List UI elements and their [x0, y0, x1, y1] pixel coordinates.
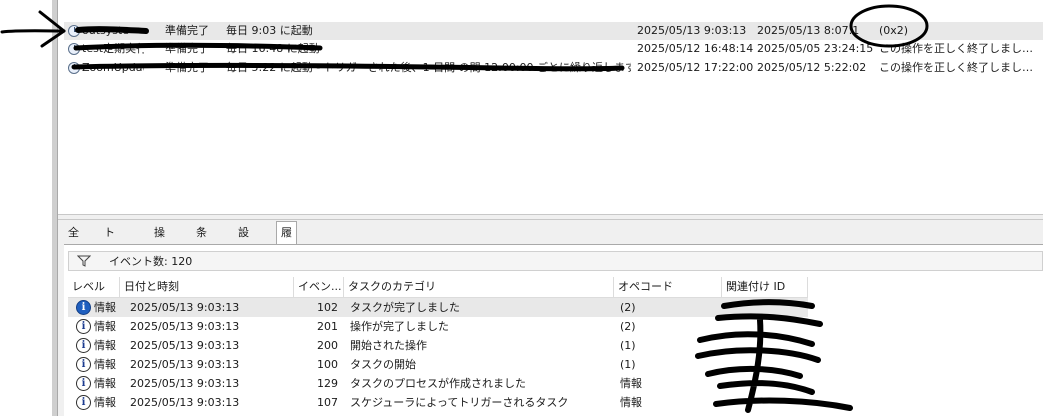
event-id: 129	[317, 377, 338, 390]
column-header-level[interactable]: レベル	[68, 277, 120, 297]
event-level: 情報	[94, 377, 116, 390]
event-id: 107	[317, 396, 338, 409]
event-category: スケジューラによってトリガーされるタスク	[350, 396, 569, 409]
info-icon: i	[76, 357, 91, 372]
task-last-result: この操作を正しく終了しました。(0...	[879, 61, 1043, 74]
task-detail-pane: 全般 トリガー 操作 条件 設定 履歴 イベント数: 120 レベル 日付と時刻…	[58, 220, 1043, 417]
event-opcode: 情報	[620, 396, 642, 409]
event-datetime: 2025/05/13 9:03:13	[130, 396, 240, 409]
task-name: test定期実行	[82, 42, 144, 55]
task-next-run: 2025/05/12 16:48:14	[637, 42, 754, 55]
event-opcode: (2)	[620, 301, 636, 314]
event-level: 情報	[94, 339, 116, 352]
column-header-correlation-id[interactable]: 関連付け ID	[722, 277, 808, 297]
event-datetime: 2025/05/13 9:03:13	[130, 377, 240, 390]
event-id: 200	[317, 339, 338, 352]
event-count: イベント数: 120	[109, 255, 193, 268]
task-name: outsyste	[82, 24, 130, 37]
event-filter-bar: イベント数: 120	[68, 251, 1043, 271]
task-status: 準備完了	[165, 61, 209, 74]
clock-icon	[68, 43, 80, 55]
table-row[interactable]: i 情報 2025/05/13 9:03:13 100 タスクの開始 (1)	[68, 355, 808, 374]
event-category: 操作が完了しました	[350, 320, 449, 333]
task-row[interactable]: ZoomUpdat... 準備完了 毎日 5:22 に起動 - トリガーされた後…	[64, 59, 1043, 77]
event-id: 100	[317, 358, 338, 371]
table-row[interactable]: i 情報 2025/05/13 9:03:13 129 タスクのプロセスが作成さ…	[68, 374, 808, 393]
history-panel: イベント数: 120 レベル 日付と時刻 イベン... タスクのカテゴリ オペコ…	[64, 244, 1043, 417]
info-icon: i	[76, 338, 91, 353]
event-datetime: 2025/05/13 9:03:13	[130, 358, 240, 371]
event-opcode: (1)	[620, 358, 636, 371]
tab-conditions[interactable]: 条件	[192, 222, 211, 261]
funnel-icon[interactable]	[77, 255, 91, 267]
event-category: タスクが完了しました	[350, 301, 460, 314]
task-last-result: この操作を正しく終了しました。(0...	[879, 42, 1043, 55]
task-next-run: 2025/05/12 17:22:00	[637, 61, 754, 74]
task-last-result: (0x2)	[879, 24, 909, 37]
tab-history[interactable]: 履歴	[276, 221, 297, 261]
event-opcode: (1)	[620, 339, 636, 352]
tab-settings[interactable]: 設定	[234, 222, 253, 261]
task-trigger: 毎日 16:48 に起動	[226, 42, 320, 55]
tab-general[interactable]: 全般	[64, 222, 83, 261]
event-datetime: 2025/05/13 9:03:13	[130, 320, 240, 333]
task-last-run: 2025/05/13 8:07:1	[757, 24, 860, 37]
event-category: 開始された操作	[350, 339, 427, 352]
event-opcode: (2)	[620, 320, 636, 333]
info-icon: i	[76, 319, 91, 334]
event-datetime: 2025/05/13 9:03:13	[130, 301, 240, 314]
task-trigger: 毎日 5:22 に起動 - トリガーされた後、1 日間 の間 12:00:00 …	[226, 61, 631, 74]
event-id: 201	[317, 320, 338, 333]
task-name: ZoomUpdat...	[82, 61, 144, 74]
info-icon: i	[76, 300, 91, 315]
event-datetime: 2025/05/13 9:03:13	[130, 339, 240, 352]
task-row[interactable]: test定期実行 準備完了 毎日 16:48 に起動 2025/05/12 16…	[64, 40, 1043, 58]
column-header-event-id[interactable]: イベン...	[294, 277, 344, 297]
table-row[interactable]: i 情報 2025/05/13 9:03:13 107 スケジューラによってトリ…	[68, 393, 808, 412]
table-row[interactable]: i 情報 2025/05/13 9:03:13 102 タスクが完了しました (…	[68, 298, 808, 317]
event-category: タスクの開始	[350, 358, 416, 371]
task-next-run: 2025/05/13 9:03:13	[637, 24, 747, 37]
column-header-category[interactable]: タスクのカテゴリ	[344, 277, 614, 297]
task-status: 準備完了	[165, 24, 209, 37]
event-level: 情報	[94, 320, 116, 333]
task-row[interactable]: outsyste 準備完了 毎日 9:03 に起動 2025/05/13 9:0…	[64, 22, 1043, 40]
tab-triggers[interactable]: トリガー	[100, 222, 119, 305]
task-status: 準備完了	[165, 42, 209, 55]
table-row[interactable]: i 情報 2025/05/13 9:03:13 201 操作が完了しました (2…	[68, 317, 808, 336]
event-level: 情報	[94, 358, 116, 371]
event-grid-header: レベル 日付と時刻 イベン... タスクのカテゴリ オペコード 関連付け ID	[68, 277, 808, 298]
clock-icon	[68, 25, 80, 37]
column-header-datetime[interactable]: 日付と時刻	[120, 277, 294, 297]
table-row[interactable]: i 情報 2025/05/13 9:03:13 200 開始された操作 (1)	[68, 336, 808, 355]
task-list: outsyste 準備完了 毎日 9:03 に起動 2025/05/13 9:0…	[58, 0, 1043, 214]
task-last-run: 2025/05/05 23:24:15	[757, 42, 874, 55]
event-category: タスクのプロセスが作成されました	[350, 377, 526, 390]
event-opcode: 情報	[620, 377, 642, 390]
task-trigger: 毎日 9:03 に起動	[226, 24, 313, 37]
info-icon: i	[76, 376, 91, 391]
task-last-run: 2025/05/12 5:22:02	[757, 61, 867, 74]
event-id: 102	[317, 301, 338, 314]
info-icon: i	[76, 395, 91, 410]
event-level: 情報	[94, 396, 116, 409]
column-header-opcode[interactable]: オペコード	[614, 277, 722, 297]
event-level: 情報	[94, 301, 116, 314]
tab-actions[interactable]: 操作	[150, 222, 169, 261]
clock-icon	[68, 62, 80, 74]
left-gutter	[0, 0, 52, 416]
